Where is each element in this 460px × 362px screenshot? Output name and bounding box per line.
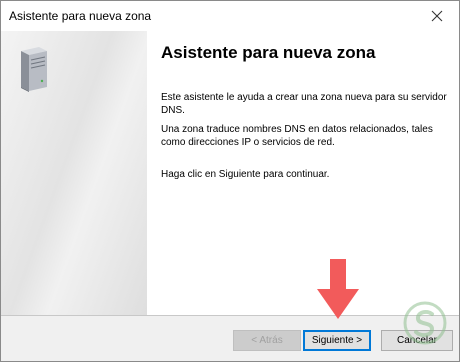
back-button[interactable]: < Atrás (233, 330, 301, 351)
wizard-window: Asistente para nueva zona Asistente para… (0, 0, 460, 362)
wizard-content: Asistente para nueva zona Este asistente… (147, 31, 459, 315)
button-bar: < Atrás Siguiente > Cancelar (1, 316, 459, 361)
wizard-sidebar (1, 31, 147, 315)
window-title: Asistente para nueva zona (9, 9, 152, 23)
close-button[interactable] (415, 1, 459, 31)
solvetic-logo-icon (403, 301, 447, 345)
page-title: Asistente para nueva zona (161, 43, 376, 62)
zone-description-text: Una zona traduce nombres DNS en datos re… (161, 124, 433, 148)
continue-instruction-text: Haga clic en Siguiente para continuar. (161, 169, 330, 180)
next-button[interactable]: Siguiente > (303, 330, 371, 351)
intro-text: Este asistente le ayuda a crear una zona… (161, 92, 447, 116)
close-icon (431, 10, 443, 22)
server-icon (21, 47, 47, 92)
title-bar: Asistente para nueva zona (1, 1, 459, 31)
red-arrow-down-icon (317, 259, 359, 319)
